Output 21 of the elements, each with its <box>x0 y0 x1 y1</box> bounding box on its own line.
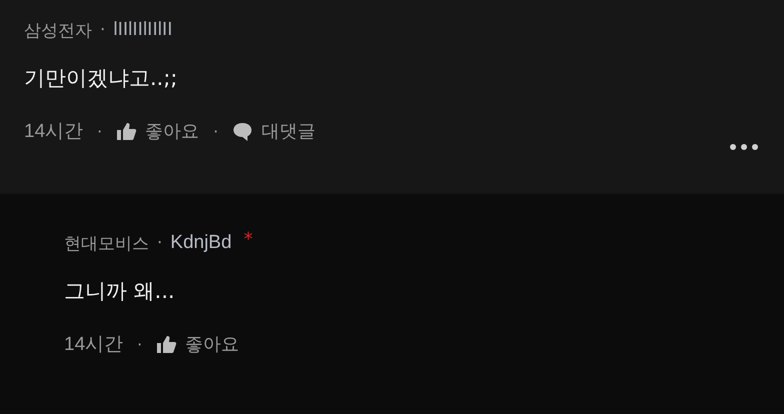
author-name[interactable]: lIIlIIlIIlII <box>113 19 173 41</box>
separator-dot: · <box>100 20 106 40</box>
speech-bubble-icon <box>232 120 254 142</box>
thumbs-up-icon <box>116 120 138 142</box>
like-button[interactable]: 좋아요 <box>116 119 200 143</box>
company-name: 현대모비스 <box>64 232 149 254</box>
more-options-icon[interactable] <box>728 142 760 152</box>
separator-dot: · <box>137 334 142 354</box>
reply-button[interactable]: 대댓글 <box>232 119 316 143</box>
timestamp: 14시간 <box>24 120 84 144</box>
thumbs-up-icon <box>156 334 178 354</box>
badge-mark: * <box>244 229 253 250</box>
comment-text: 기만이겠냐고..;; <box>24 65 179 92</box>
comment-text: 그니까 왜... <box>64 278 176 305</box>
separator-dot: · <box>157 233 162 253</box>
timestamp: 14시간 <box>64 333 124 357</box>
like-button[interactable]: 좋아요 <box>156 332 240 356</box>
author-name[interactable]: KdnjBd <box>170 232 232 254</box>
separator-dot: · <box>97 122 102 140</box>
separator-dot: · <box>213 122 218 140</box>
company-name: 삼성전자 <box>24 20 92 42</box>
